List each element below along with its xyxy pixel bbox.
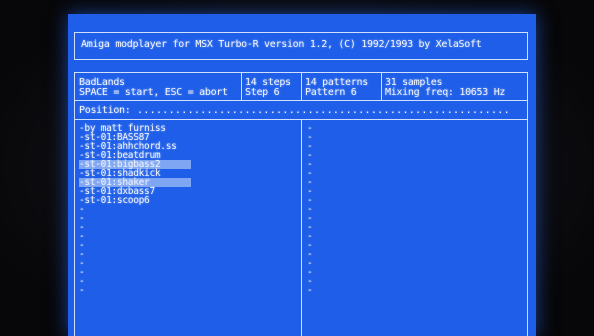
info-divider-1 [241, 73, 242, 100]
position-label: Position: [79, 105, 131, 116]
pattern-rows: ------------------- [307, 124, 313, 296]
pattern-row: - [307, 285, 313, 296]
sample-list-item: - [79, 267, 85, 278]
info-divider-3 [381, 73, 382, 100]
info-divider-2 [301, 73, 302, 100]
current-step: Step 6 [245, 87, 280, 98]
position-progress: ........................................… [137, 105, 510, 116]
sample-list-item: - [79, 249, 85, 260]
sample-list-item: - [79, 240, 85, 251]
sample-list-item: - [79, 231, 85, 242]
sample-list-item: - [79, 222, 85, 233]
sample-list-item: - [79, 204, 85, 215]
main-frame: BadLands SPACE = start, ESC = abort 14 s… [74, 72, 528, 336]
sample-list-item: - [79, 213, 85, 224]
sample-list-item: - [79, 276, 85, 287]
sample-list-item: - [79, 285, 85, 296]
sample-list-item: -st-01:scoop6 [79, 195, 150, 206]
sample-list: -by matt furniss -st-01:BASS87 -st-01:ahhc… [79, 124, 191, 295]
title-box: Amiga modplayer for MSX Turbo-R version … [74, 32, 528, 60]
mixing-frequency: Mixing freq: 10653 Hz [385, 87, 506, 98]
app-title: Amiga modplayer for MSX Turbo-R version … [81, 39, 482, 50]
msx-screen: Amiga modplayer for MSX Turbo-R version … [68, 14, 536, 336]
sample-list-item: - [79, 258, 85, 269]
current-pattern: Pattern 6 [305, 87, 357, 98]
controls-hint: SPACE = start, ESC = abort [79, 87, 228, 98]
info-bottom-rule [75, 100, 527, 101]
list-divider [301, 119, 302, 336]
